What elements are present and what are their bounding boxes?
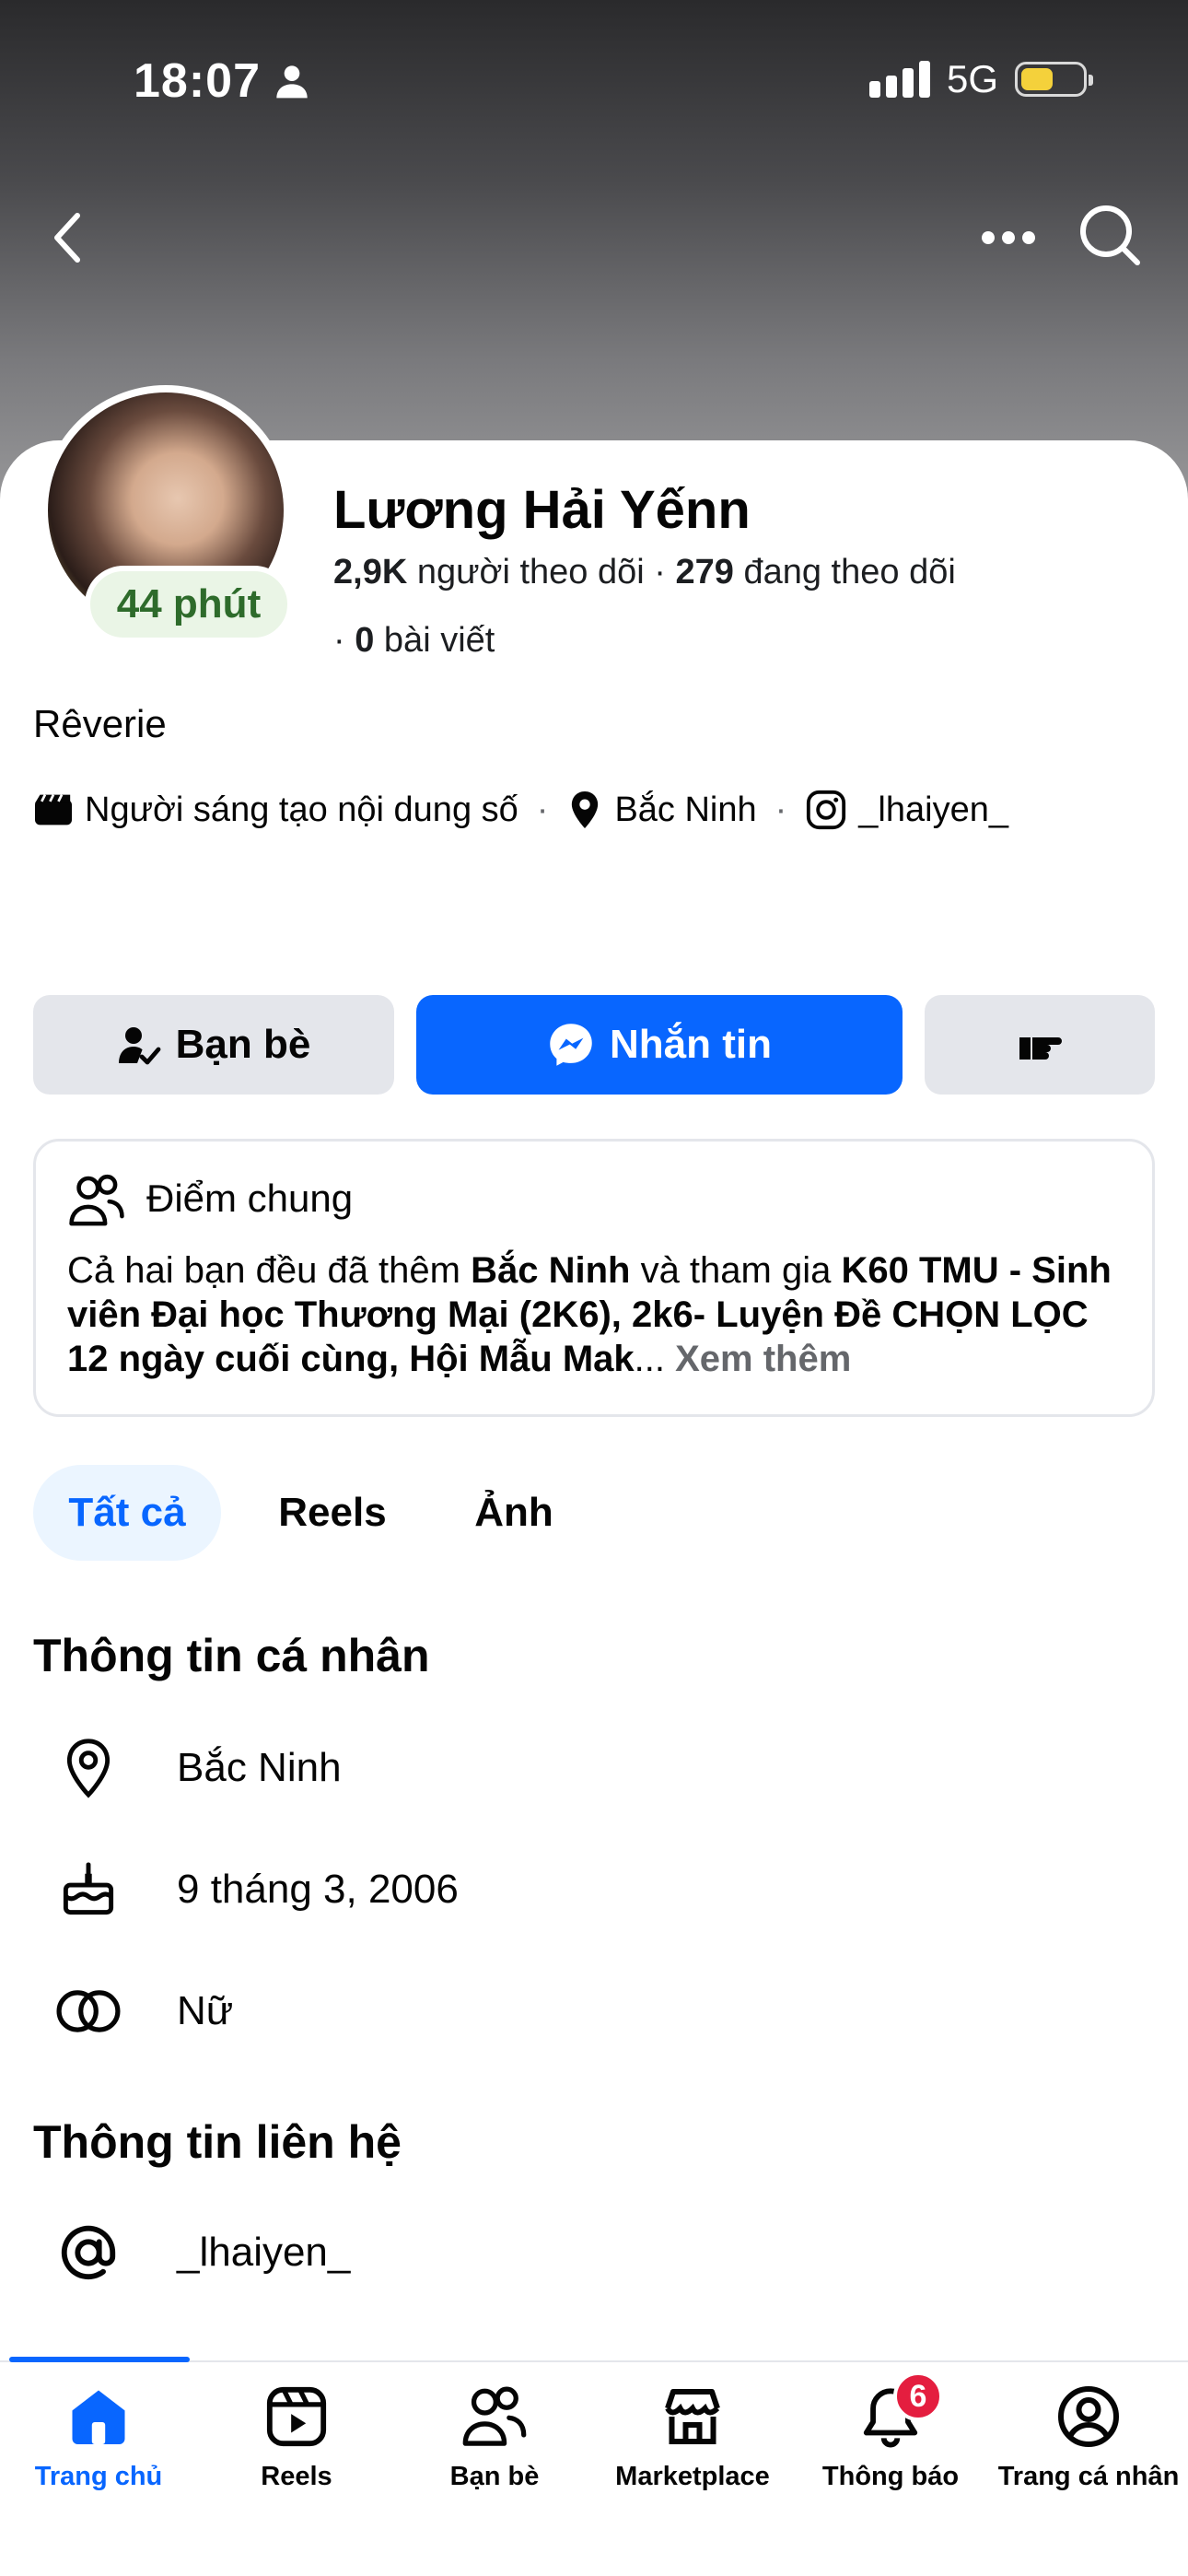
messenger-icon xyxy=(550,1024,592,1066)
bottom-nav-profile[interactable]: Trang cá nhân xyxy=(990,2377,1187,2515)
thumb-point-icon xyxy=(1019,1037,1062,1060)
profile-meta: Người sáng tạo nội dung số · Bắc Ninh · … xyxy=(33,789,1008,831)
more-button[interactable] xyxy=(958,201,1059,275)
tab-photos[interactable]: Ảnh xyxy=(459,1465,569,1561)
tab-reels[interactable]: Reels xyxy=(263,1465,402,1561)
message-button[interactable]: Nhắn tin xyxy=(416,995,903,1095)
bottom-nav-home[interactable]: Trang chủ xyxy=(0,2377,197,2515)
info-row-birthday: 9 tháng 3, 2006 xyxy=(55,1848,459,1931)
profile-screen: 18:07 5G 44 phút Lương Hải Yếnn 2,9K ngư… xyxy=(0,0,1188,2576)
personal-info-title: Thông tin cá nhân xyxy=(33,1630,430,1681)
see-more-link[interactable]: Xem thêm xyxy=(675,1339,851,1379)
mutual-text: Cả hai bạn đều đã thêm Bắc Ninh và tham … xyxy=(67,1250,1112,1379)
more-icon xyxy=(982,231,1035,244)
gender-rings-icon xyxy=(56,1990,121,2032)
status-indicators: 5G xyxy=(868,57,1093,101)
instagram-handle[interactable]: _lhaiyen_ xyxy=(858,790,1008,830)
signal-icon xyxy=(868,61,930,98)
people-icon xyxy=(69,1174,124,1226)
person-icon xyxy=(276,65,308,99)
mutual-card[interactable]: Điểm chung Cả hai bạn đều đã thêm Bắc Ni… xyxy=(33,1139,1155,1417)
follow-stats: 2,9K người theo dõi · 279 đang theo dõi xyxy=(333,553,956,591)
back-button[interactable] xyxy=(44,201,99,275)
info-username: _lhaiyen_ xyxy=(177,2230,351,2275)
bottom-nav-reels[interactable]: Reels xyxy=(198,2377,395,2515)
posts-count: 0 xyxy=(355,621,375,660)
message-button-label: Nhắn tin xyxy=(610,1022,772,1067)
friends-button[interactable]: Bạn bè xyxy=(33,995,394,1095)
bottom-nav-notifications[interactable]: 6 Thông báo xyxy=(792,2371,989,2515)
contact-info-title: Thông tin liên hệ xyxy=(33,2116,402,2168)
poke-button[interactable] xyxy=(925,995,1155,1095)
bio-text: Rêverie xyxy=(33,702,167,745)
bottom-nav-home-label: Trang chủ xyxy=(34,2462,163,2491)
instagram-icon xyxy=(807,790,846,830)
home-icon xyxy=(72,2390,125,2444)
following-label[interactable]: đang theo dõi xyxy=(743,553,955,591)
profile-icon xyxy=(1058,2386,1119,2447)
clock-text: 18:07 xyxy=(134,54,261,108)
info-row-location: Bắc Ninh xyxy=(55,1727,342,1809)
info-row-gender: Nữ xyxy=(55,1970,233,2053)
bottom-nav-friends[interactable]: Bạn bè xyxy=(396,2377,593,2515)
active-tab-indicator xyxy=(9,2357,190,2362)
search-icon xyxy=(1080,205,1140,265)
bottom-nav-profile-label: Trang cá nhân xyxy=(997,2462,1180,2491)
status-time: 18:07 xyxy=(134,53,310,109)
mutual-title: Điểm chung xyxy=(146,1177,354,1220)
following-count[interactable]: 279 xyxy=(675,553,733,591)
location-text[interactable]: Bắc Ninh xyxy=(614,790,756,830)
notification-badge: 6 xyxy=(893,2371,943,2421)
back-icon xyxy=(54,213,80,263)
marketplace-icon xyxy=(665,2389,720,2444)
followers-count[interactable]: 2,9K xyxy=(333,553,407,591)
category-text: Người sáng tạo nội dung số xyxy=(85,790,518,829)
bottom-nav-marketplace-label: Marketplace xyxy=(615,2462,770,2491)
cake-icon xyxy=(63,1862,114,1915)
search-button[interactable] xyxy=(1073,198,1147,272)
followers-label[interactable]: người theo dõi xyxy=(417,553,645,591)
network-type: 5G xyxy=(946,57,998,100)
bottom-nav-friends-label: Bạn bè xyxy=(449,2462,540,2491)
bottom-nav-marketplace[interactable]: Marketplace xyxy=(594,2377,791,2515)
friend-check-icon xyxy=(118,1027,161,1065)
info-row-username[interactable]: _lhaiyen_ xyxy=(55,2211,350,2294)
bottom-nav-notifications-label: Thông báo xyxy=(821,2462,960,2491)
friends-icon xyxy=(462,2386,527,2446)
friends-button-label: Bạn bè xyxy=(175,1022,311,1067)
bottom-nav-reels-label: Reels xyxy=(261,2462,332,2491)
info-gender: Nữ xyxy=(177,1988,234,2033)
posts-label: bài viết xyxy=(383,621,495,660)
active-status-pill: 44 phút xyxy=(85,566,293,643)
info-location: Bắc Ninh xyxy=(177,1745,342,1790)
posts-stats: · 0 bài viết xyxy=(333,621,495,660)
location-pin-icon xyxy=(66,1739,111,1798)
location-pin-icon xyxy=(572,791,599,828)
profile-name: Lương Hải Yếnn xyxy=(333,480,751,540)
battery-icon xyxy=(1015,62,1093,97)
reels-icon xyxy=(266,2386,327,2447)
info-birthday: 9 tháng 3, 2006 xyxy=(177,1867,459,1912)
tab-all[interactable]: Tất cả xyxy=(33,1465,221,1561)
at-icon xyxy=(61,2225,116,2280)
clapperboard-icon xyxy=(35,794,72,825)
